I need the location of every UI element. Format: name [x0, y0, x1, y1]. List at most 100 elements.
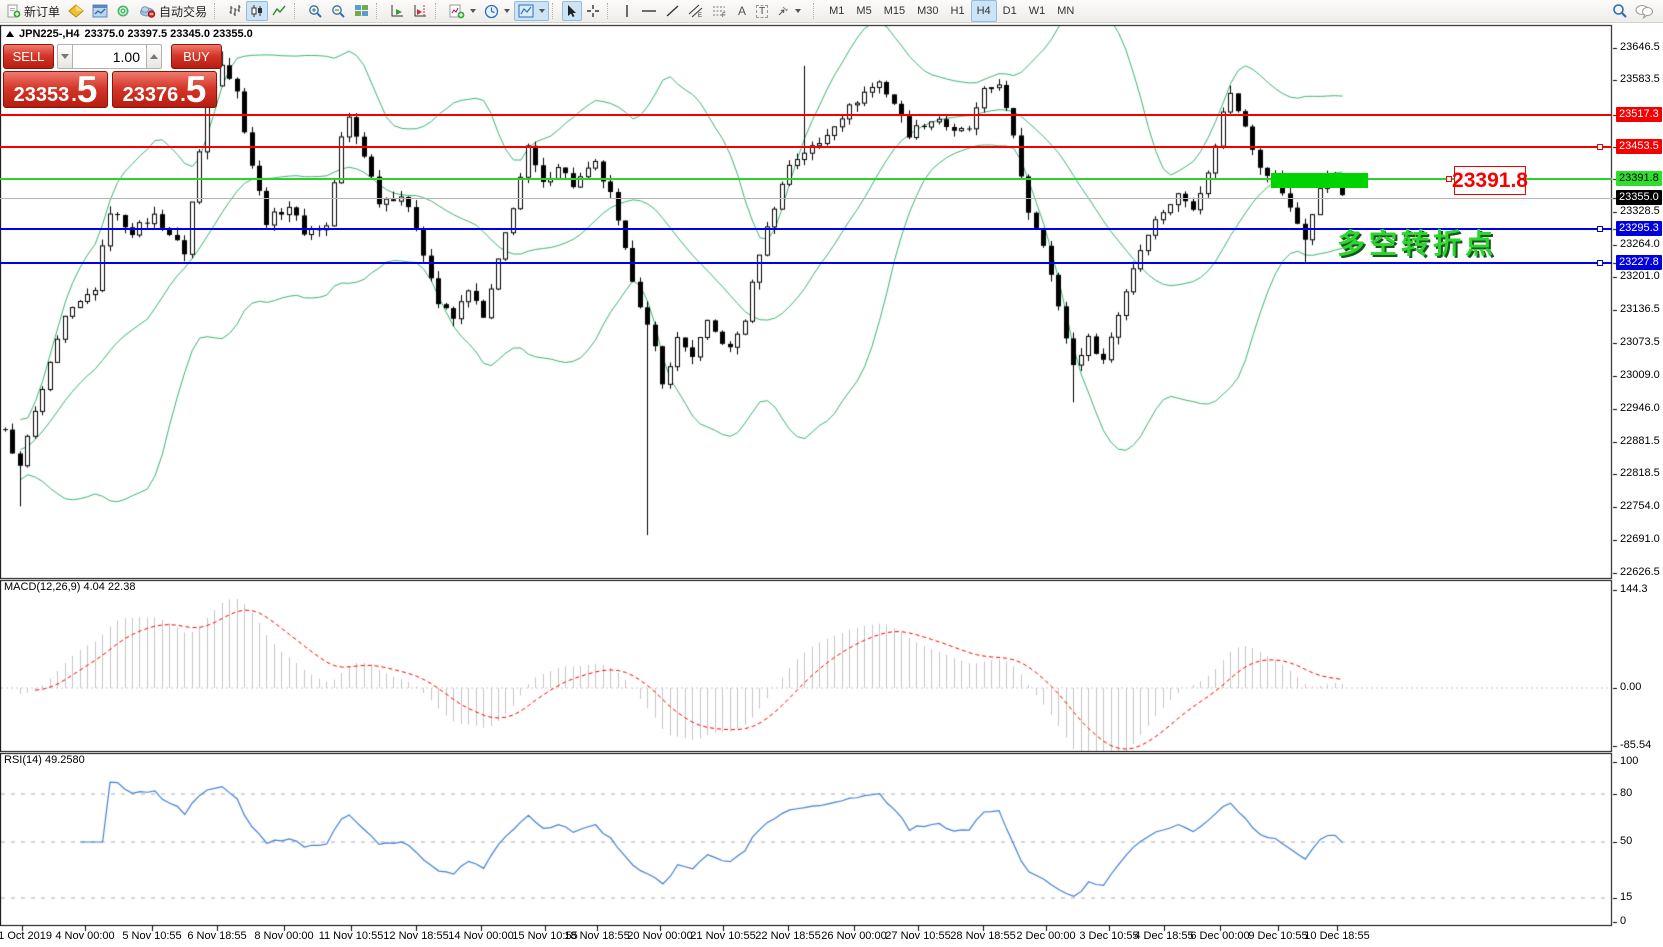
hline-23453.5[interactable] [0, 146, 1612, 148]
volume-decrease-button[interactable] [57, 44, 73, 69]
sell-button[interactable]: SELL [3, 44, 54, 69]
hline-23227.8[interactable] [0, 262, 1612, 264]
bull-bear-turning-point-annotation[interactable]: 多空转折点 [1337, 222, 1497, 262]
time-axis-label[interactable]: 21 Nov 10:55 [690, 930, 755, 942]
auto-trading-label: 自动交易 [159, 3, 207, 20]
clock-icon [484, 4, 499, 19]
time-axis-label[interactable]: 5 Nov 10:55 [122, 930, 181, 942]
timeframe-button-h4[interactable]: H4 [971, 0, 997, 22]
navigator-button[interactable] [88, 1, 112, 21]
text-button[interactable]: A [732, 1, 752, 21]
cursor-button[interactable] [562, 1, 582, 21]
trendline-icon [665, 4, 680, 18]
price-callout-text: 23391.8 [1452, 169, 1528, 193]
toolbar-separator [607, 3, 614, 19]
toolbar-separator [294, 3, 301, 19]
time-axis-label[interactable]: 18 Nov 18:55 [564, 930, 629, 942]
sell-price-box[interactable]: 23353.5 [3, 71, 108, 108]
zoom-out-button[interactable] [327, 1, 350, 21]
time-axis-label[interactable]: 22 Nov 18:55 [755, 930, 820, 942]
chart-shift-icon [413, 4, 428, 18]
timeframe-button-d1[interactable]: D1 [997, 0, 1023, 22]
price-axis-label-23136.5: 23136.5 [1620, 302, 1660, 317]
arrows-button[interactable] [772, 1, 805, 21]
periods-button[interactable] [480, 1, 514, 21]
chart-shift-button[interactable] [409, 1, 432, 21]
time-axis-label[interactable]: 26 Nov 00:00 [821, 930, 886, 942]
price-axis-label-23453.5: 23453.5 [1616, 139, 1662, 154]
dropdown-caret-icon [504, 9, 510, 13]
svg-text:E: E [698, 13, 702, 18]
time-axis-label[interactable]: 11 Nov 10:55 [319, 930, 384, 942]
time-axis-label[interactable]: 20 Nov 00:00 [627, 930, 692, 942]
chart-plot-canvas[interactable] [0, 0, 1663, 947]
candlestick-chart-button[interactable] [246, 1, 268, 21]
signal-icon [116, 4, 131, 18]
buy-button[interactable]: BUY [171, 44, 222, 69]
timeframe-button-m1[interactable]: M1 [823, 0, 850, 22]
time-axis-label[interactable]: 27 Nov 10:55 [885, 930, 950, 942]
application-window: 新订单 自动交易 [0, 0, 1663, 947]
hline-23517.3[interactable] [0, 114, 1612, 116]
timeframe-button-h1[interactable]: H1 [945, 0, 971, 22]
time-axis-label[interactable]: 9 Dec 10:55 [1248, 930, 1307, 942]
hline-23355.0[interactable] [0, 198, 1612, 199]
signal-button[interactable] [112, 1, 135, 21]
time-axis-label[interactable]: 4 Dec 18:55 [1134, 930, 1193, 942]
line-chart-button[interactable] [268, 1, 291, 21]
new-order-button[interactable]: 新订单 [3, 1, 64, 21]
indicator-axis-label-144.3: 144.3 [1620, 582, 1648, 597]
auto-trading-button[interactable]: 自动交易 [135, 1, 211, 21]
highlight-rectangle[interactable] [1271, 173, 1368, 188]
indicators-button[interactable] [445, 1, 480, 21]
bar-chart-button[interactable] [224, 1, 246, 21]
fibonacci-button[interactable]: F [708, 1, 732, 21]
trendline-button[interactable] [661, 1, 684, 21]
time-axis-label[interactable]: 4 Nov 00:00 [55, 930, 114, 942]
timeframe-button-w1[interactable]: W1 [1023, 0, 1052, 22]
main-toolbar: 新订单 自动交易 [0, 0, 1663, 23]
hline-23391.8[interactable] [0, 178, 1612, 180]
indicator-axis-label-100: 100 [1620, 754, 1638, 769]
templates-button[interactable] [514, 1, 549, 21]
time-axis-label[interactable]: 2 Dec 00:00 [1016, 930, 1075, 942]
time-axis-label[interactable]: 31 Oct 2019 [0, 930, 52, 942]
crosshair-button[interactable] [582, 1, 604, 21]
time-axis-label[interactable]: 12 Nov 18:55 [383, 930, 448, 942]
price-axis-label-23583.5: 23583.5 [1620, 72, 1660, 87]
time-axis-label[interactable]: 10 Dec 18:55 [1304, 930, 1369, 942]
collapse-icon[interactable] [6, 31, 14, 37]
buy-price-box[interactable]: 23376.5 [112, 71, 217, 108]
auto-scroll-button[interactable] [386, 1, 409, 21]
zoom-in-button[interactable] [304, 1, 327, 21]
timeframe-button-m5[interactable]: M5 [850, 0, 877, 22]
vertical-line-icon [622, 4, 632, 18]
time-axis-label[interactable]: 8 Nov 00:00 [254, 930, 313, 942]
equidistant-channel-button[interactable]: E [684, 1, 708, 21]
time-axis-label[interactable]: 6 Nov 18:55 [187, 930, 246, 942]
hline-anchor-square[interactable] [1597, 260, 1603, 266]
time-axis-label[interactable]: 6 Dec 00:00 [1190, 930, 1249, 942]
time-axis-label[interactable]: 14 Nov 00:00 [448, 930, 513, 942]
timeframe-button-m15[interactable]: M15 [878, 0, 911, 22]
timeframe-button-mn[interactable]: MN [1051, 0, 1080, 22]
toolbar-separator [214, 3, 221, 19]
timeframe-button-m30[interactable]: M30 [911, 0, 944, 22]
horizontal-line-button[interactable] [637, 1, 661, 21]
hline-anchor-square[interactable] [1597, 144, 1603, 150]
tile-windows-button[interactable] [350, 1, 373, 21]
time-axis-label[interactable]: 3 Dec 10:55 [1079, 930, 1138, 942]
spinner-down-icon [61, 54, 69, 59]
vertical-line-button[interactable] [617, 1, 637, 21]
price-callout-label[interactable]: 23391.8 [1454, 166, 1526, 195]
text-label-button[interactable]: T [752, 1, 772, 21]
volume-input[interactable]: 1.00 [73, 44, 146, 69]
chat-icon[interactable] [1634, 3, 1654, 19]
dropdown-caret-icon [539, 9, 545, 13]
market-watch-button[interactable] [64, 1, 88, 21]
volume-increase-button[interactable] [146, 44, 162, 69]
time-axis-label[interactable]: 28 Nov 18:55 [950, 930, 1015, 942]
auto-trading-cloud-icon [139, 4, 156, 18]
search-icon[interactable] [1612, 3, 1628, 19]
hline-anchor-square[interactable] [1597, 226, 1603, 232]
